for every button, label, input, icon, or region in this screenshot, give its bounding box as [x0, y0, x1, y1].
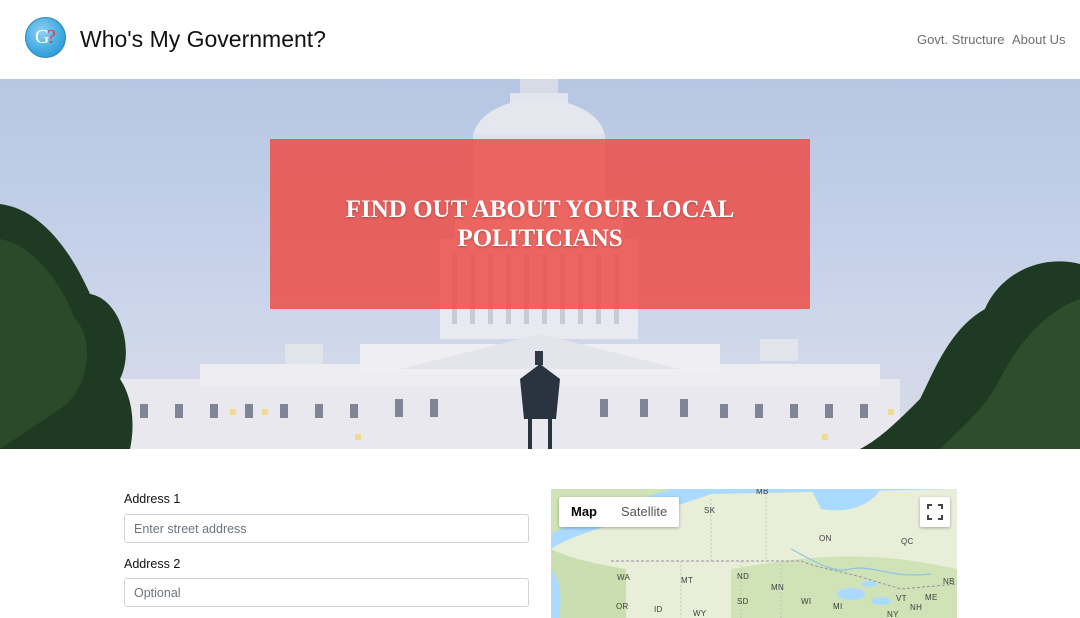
map-type-control: Map Satellite [559, 497, 680, 527]
address2-label: Address 2 [124, 557, 181, 571]
map-label-nb: NB [943, 577, 955, 586]
map-label-nh: NH [910, 603, 923, 612]
map-label-wy: WY [693, 609, 707, 618]
address1-input[interactable] [124, 514, 529, 543]
map-label-me: ME [925, 593, 938, 602]
logo-question-mark: ? [47, 26, 56, 48]
map-label-mt: MT [681, 576, 694, 585]
map-label-sd: SD [737, 597, 749, 606]
map-label-mb: MB [756, 489, 769, 496]
fullscreen-icon [927, 504, 943, 520]
map-label-wa: WA [617, 573, 631, 582]
nav-link-about-us[interactable]: About Us [1012, 32, 1065, 47]
map-type-satellite-button[interactable]: Satellite [609, 497, 679, 527]
map-type-map-button[interactable]: Map [559, 497, 609, 527]
map-label-or: OR [616, 602, 629, 611]
hero-section: FIND OUT ABOUT YOUR LOCAL POLITICIANS [0, 79, 1080, 449]
map-label-wi: WI [801, 597, 812, 606]
map-label-id: ID [654, 605, 663, 614]
top-navbar: G ? Who's My Government? Govt. Structure… [0, 0, 1080, 79]
map-label-nd: ND [737, 572, 750, 581]
address1-label: Address 1 [124, 492, 181, 506]
nav-link-govt-structure[interactable]: Govt. Structure [917, 32, 1004, 47]
logo-icon[interactable]: G ? [25, 17, 66, 58]
hero-banner: FIND OUT ABOUT YOUR LOCAL POLITICIANS [270, 139, 810, 309]
map-widget[interactable]: MB SK ON QC WA MT ND MN NB ME OR ID WY S… [551, 489, 957, 618]
map-label-sk: SK [704, 506, 716, 515]
site-title[interactable]: Who's My Government? [80, 26, 326, 53]
hero-headline: FIND OUT ABOUT YOUR LOCAL POLITICIANS [345, 196, 735, 252]
map-label-qc: QC [901, 537, 914, 546]
map-label-mi: MI [833, 602, 843, 611]
map-label-vt: VT [896, 594, 907, 603]
address2-input[interactable] [124, 578, 529, 607]
map-label-on: ON [819, 534, 832, 543]
map-label-mn: MN [771, 583, 785, 592]
fullscreen-button[interactable] [920, 497, 950, 527]
map-label-ny: NY [887, 610, 899, 618]
